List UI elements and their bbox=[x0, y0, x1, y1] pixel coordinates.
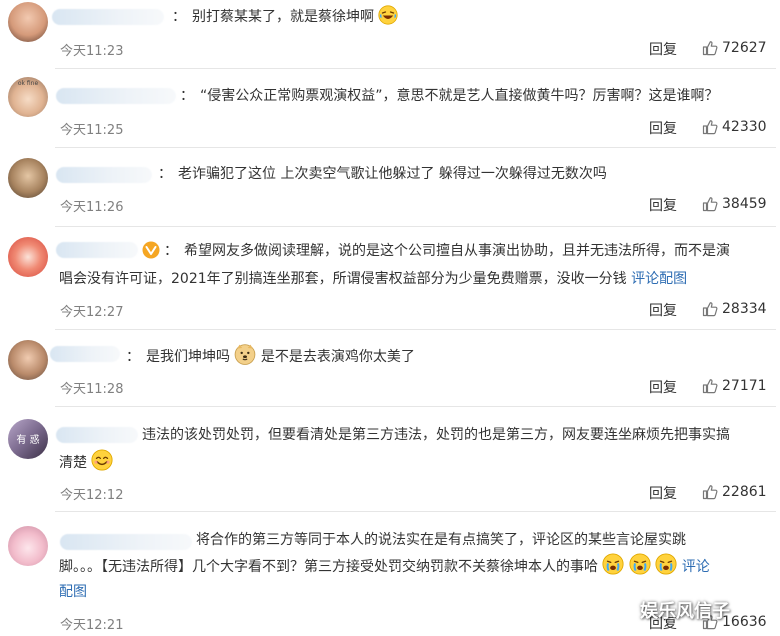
avatar[interactable]: ok fine bbox=[8, 77, 48, 117]
thumbs-up-icon bbox=[702, 378, 718, 394]
comment-item: ：希望网友多做阅读理解，说的是这个公司擅自从事演出协助，且并无违法所得，而不是演… bbox=[0, 227, 780, 329]
like-count: 42330 bbox=[722, 119, 767, 135]
reply-button[interactable]: 回复 bbox=[649, 483, 677, 503]
comment-time: 今天11:26 bbox=[60, 200, 124, 215]
reply-button[interactable]: 回复 bbox=[649, 377, 677, 397]
like-count: 38459 bbox=[722, 196, 767, 212]
like-button[interactable]: 22861 bbox=[702, 484, 767, 500]
comment-time: 今天11:28 bbox=[60, 382, 124, 397]
comment-text-continued: 唱会没有许可证，2021年了别搞连坐那套，所谓侵害权益部分为少量免费赠票，没收一… bbox=[59, 271, 688, 287]
comment-text: ： “侵害公众正常购票观演权益”，意思不就是艺人直接做黄牛吗？厉害啊？这是谁啊？ bbox=[180, 88, 719, 104]
like-count: 72627 bbox=[722, 40, 767, 56]
smile-emoji-icon bbox=[91, 449, 113, 471]
reply-button[interactable]: 回复 bbox=[649, 300, 677, 320]
username-blurred[interactable] bbox=[50, 346, 120, 362]
avatar[interactable] bbox=[8, 526, 48, 566]
like-count: 28334 bbox=[722, 301, 767, 317]
like-count: 27171 bbox=[722, 378, 767, 394]
comment-time: 今天12:21 bbox=[60, 618, 124, 633]
username-blurred[interactable] bbox=[56, 427, 138, 443]
comment-text: ：希望网友多做阅读理解，说的是这个公司擅自从事演出协助，且并无违法所得，而不是演 bbox=[164, 243, 730, 259]
comment-time: 今天11:25 bbox=[60, 123, 124, 138]
like-button[interactable]: 72627 bbox=[702, 40, 767, 56]
comment-item: ：是我们坤坤吗 是不是去表演鸡你太美了 今天11:28 回复 27171 bbox=[0, 330, 780, 406]
watermark: 娱乐风信子 bbox=[640, 601, 730, 622]
reply-button[interactable]: 回复 bbox=[649, 39, 677, 59]
comment-text: 将合作的第三方等同于本人的说法实在是有点搞笑了，评论区的某些言论屋实跳 bbox=[196, 532, 686, 548]
view-image-link[interactable]: 配图 bbox=[59, 584, 87, 600]
avatar[interactable]: 有 惑 bbox=[8, 419, 48, 459]
thumbs-up-icon bbox=[702, 196, 718, 212]
thumbs-up-icon bbox=[702, 119, 718, 135]
comment-time: 今天12:27 bbox=[60, 305, 124, 320]
avatar[interactable] bbox=[8, 237, 48, 277]
username-blurred[interactable] bbox=[56, 88, 176, 104]
thumbs-up-icon bbox=[702, 301, 718, 317]
avatar-caption: 有 惑 bbox=[16, 435, 40, 446]
username-blurred[interactable] bbox=[56, 167, 152, 183]
comment-time: 今天12:12 bbox=[60, 488, 124, 503]
view-image-link[interactable]: 评论配图 bbox=[631, 271, 687, 287]
comment-time: 今天11:23 bbox=[60, 44, 124, 59]
verified-badge-icon bbox=[142, 241, 160, 259]
username-blurred[interactable] bbox=[60, 534, 192, 550]
comment-text: 违法的该处罚处罚，但要看清处是第三方违法，处罚的也是第三方，网友要连坐麻烦先把事… bbox=[142, 427, 730, 443]
avatar-caption: ok fine bbox=[17, 80, 39, 87]
reply-button[interactable]: 回复 bbox=[649, 195, 677, 215]
comment-text-continued: 清楚 bbox=[59, 449, 766, 476]
comment-text-continued: 脚。。。【无违法所得】几个大字看不到？第三方接受处罚交纳罚款不关蔡徐坤本人的事哈… bbox=[59, 553, 776, 580]
comment-text: ：是我们坤坤吗 是不是去表演鸡你太美了 bbox=[126, 343, 766, 370]
comment-item: ：别打蔡某某了，就是蔡徐坤啊 今天11:23 回复 72627 bbox=[0, 0, 780, 68]
crying-emoji-icon bbox=[629, 553, 651, 575]
laugh-cry-emoji-icon bbox=[378, 5, 398, 25]
comment-item: ok fine ： “侵害公众正常购票观演权益”，意思不就是艺人直接做黄牛吗？厉害… bbox=[0, 69, 780, 147]
thumbs-up-icon bbox=[702, 484, 718, 500]
comment-item: ：老诈骗犯了这位 上次卖空气歌让他躲过了 躲得过一次躲得过无数次吗 今天11:2… bbox=[0, 148, 780, 225]
avatar[interactable] bbox=[8, 2, 48, 42]
comment-text: ：老诈骗犯了这位 上次卖空气歌让他躲过了 躲得过一次躲得过无数次吗 bbox=[158, 166, 607, 182]
username-blurred[interactable] bbox=[52, 9, 164, 25]
avatar[interactable] bbox=[8, 158, 48, 198]
like-count: 22861 bbox=[722, 484, 767, 500]
reply-button[interactable]: 回复 bbox=[649, 118, 677, 138]
crying-emoji-icon bbox=[602, 553, 624, 575]
view-image-link[interactable]: 评论 bbox=[682, 559, 710, 575]
comment-text: ：别打蔡某某了，就是蔡徐坤啊 bbox=[172, 5, 766, 30]
like-button[interactable]: 42330 bbox=[702, 119, 767, 135]
comment-item: 有 惑 违法的该处罚处罚，但要看清处是第三方违法，处罚的也是第三方，网友要连坐麻… bbox=[0, 407, 780, 511]
doge-emoji-icon bbox=[234, 343, 256, 365]
like-button[interactable]: 27171 bbox=[702, 378, 767, 394]
avatar[interactable] bbox=[8, 340, 48, 380]
like-button[interactable]: 28334 bbox=[702, 301, 767, 317]
username-blurred[interactable] bbox=[56, 242, 138, 258]
like-button[interactable]: 38459 bbox=[702, 196, 767, 212]
crying-emoji-icon bbox=[655, 553, 677, 575]
thumbs-up-icon bbox=[702, 40, 718, 56]
